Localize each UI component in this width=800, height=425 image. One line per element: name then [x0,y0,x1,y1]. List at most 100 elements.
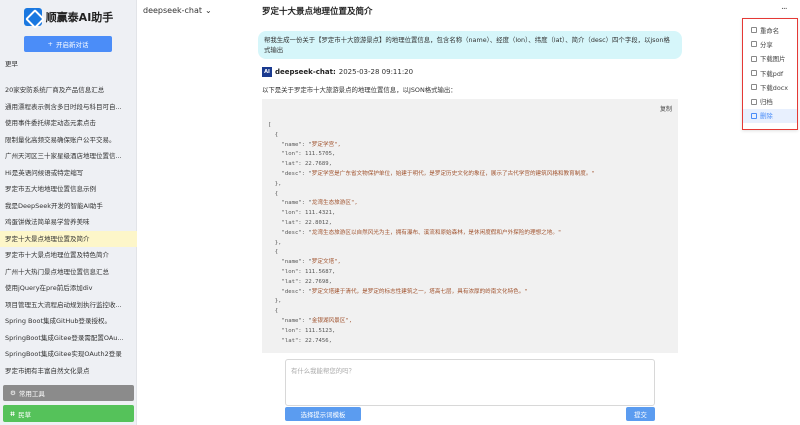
code-line: [ [268,121,595,131]
history-item[interactable]: 20家安防系统厂商及产品信息汇总 [0,82,137,99]
code-syntax: "lon": [268,210,306,217]
code-value: 22.7698 [305,278,329,285]
history-item[interactable]: Hi是英语问候语或特定缩写 [0,165,137,182]
code-syntax: ", [350,200,358,207]
prompt-template-button[interactable]: 选择提示词模板 [285,407,361,421]
history-section-label: 更早 [5,60,18,68]
tools-button[interactable]: ⚙ 常用工具 [3,385,134,401]
code-syntax: , [332,268,336,275]
code-syntax: "name": " [268,259,312,266]
chevron-down-icon: ⌄ [205,6,212,15]
code-line: { [268,248,595,258]
code-syntax: "lat": [268,161,306,168]
code-syntax: "desc": " [268,170,312,177]
history-item[interactable]: 使用事件委托绑定动态元素点击 [0,115,137,132]
history-item[interactable]: 罗定市五大地地理位置信息示例 [0,181,137,198]
code-value: 111.5123 [305,327,332,334]
history-item[interactable]: 罗定市拥有丰富自然文化景点 [0,363,137,380]
code-syntax: ", [334,259,341,266]
code-line: "lat": 22.7698, [268,278,595,288]
history-item[interactable]: SpringBoot集成Gitee实现OAuth2登录 [0,346,137,363]
code-line: }, [268,180,595,190]
page-title: 罗定十大景点地理位置及简介 [262,7,373,17]
plus-icon: + [47,40,53,48]
code-content: [ { "name": "罗定学宫", "lon": 111.5705, "la… [268,121,595,346]
menu-item[interactable]: 下载pdf [743,66,797,80]
menu-item[interactable]: 分享 [743,37,797,51]
code-line: "lon": 111.5687, [268,268,595,278]
history-item[interactable]: 广州天河区三十家星级酒店地理位置信... [0,148,137,165]
more-menu: 重命名分享下载图片下载pdf 下载docx 归档删除 [742,18,798,130]
code-value: 罗定学宫 [311,141,335,148]
code-syntax: "lat": [268,219,306,226]
code-syntax: { [268,131,279,138]
code-syntax: "lon": [268,268,306,275]
logo-icon [23,8,42,26]
new-chat-button[interactable]: + 开启新对话 [24,36,112,52]
user-label: 民草 [18,410,32,419]
history-item[interactable]: SpringBoot集成Gitee登录需配置OAu... [0,330,137,347]
menu-item[interactable]: 下载图片 [743,52,797,66]
user-button[interactable]: ⵌ 民草 [3,405,134,422]
code-value: 111.5705 [305,151,332,158]
code-line: "desc": "罗定文塔建于清代，是罗定的标志性建筑之一，塔高七层，具有浓厚的… [268,288,595,298]
code-syntax: "name": " [268,317,312,324]
code-syntax: " [524,288,528,295]
code-syntax: "lon": [268,327,306,334]
sidebar: 顺赢泰AI助手 + 开启新对话 更早 20家安防系统厂商及产品信息汇总 通用漂程表… [0,0,137,425]
new-chat-label: 开启新对话 [55,41,89,49]
history-item[interactable]: 鸡蛋饼做法简单易学营养美味 [0,214,137,231]
code-value: 111.5687 [305,268,332,275]
menu-item-label: 删除 [760,112,773,121]
history-item[interactable]: 项目管理五大流程启动规划执行监控收... [0,297,137,314]
history-item[interactable]: 广州十大热门景点地理位置信息汇总 [0,264,137,281]
code-line: { [268,131,595,141]
trash-icon [751,112,757,119]
code-syntax: , [328,337,332,344]
code-syntax: " [591,170,595,177]
code-syntax: , [332,210,336,217]
model-name: deepseek-chat [143,6,203,15]
code-line: "lat": 22.7456, [268,337,595,347]
history-item[interactable]: 通用漂程表示例含多日时段与科目可自... [0,99,137,116]
code-syntax: { [268,308,279,315]
menu-item[interactable]: 归档 [743,94,797,108]
code-value: 龙湾生态旅游区 [311,200,351,207]
history-item[interactable]: 我是DeepSeek开发的智能AI助手 [0,198,137,215]
code-syntax: , [328,278,332,285]
code-value: 111.4321 [305,210,332,217]
code-line: "lat": 22.8012, [268,219,595,229]
code-line: "desc": "龙湾生态旅游区以自然风光为主，拥有瀑布、溪流和原始森林，是休闲… [268,229,595,239]
code-syntax: { [268,190,279,197]
message-input[interactable]: 有什么我能帮您的吗？ [285,359,655,406]
code-syntax: "desc": " [268,229,312,236]
more-menu-button[interactable]: ... [781,2,788,12]
code-line: "name": "罗定文塔", [268,258,595,268]
menu-item-label: 分享 [760,40,773,49]
menu-item[interactable]: 重命名 [743,23,797,37]
code-value: 罗定学宫是广东省文物保护单位，始建于明代，是罗定历史文化的象征，展示了古代学宫的… [311,170,592,177]
history-item[interactable]: 使用jQuery在pre前后添加div [0,280,137,297]
code-syntax: , [332,327,336,334]
menu-item-label: 下载图片 [760,55,786,64]
code-syntax: "name": " [268,141,312,148]
code-value: 金银湖风景区 [311,317,346,324]
submit-button[interactable]: 提交 [626,407,655,421]
copy-button[interactable]: 复制 [660,104,672,113]
history-item[interactable]: 罗定市十大景点地理位置及特色简介 [0,247,137,264]
code-syntax: " [557,229,562,236]
code-line: "lon": 111.5123, [268,327,595,337]
code-syntax: { [268,249,279,256]
archive-icon [751,98,757,105]
code-line: "lon": 111.4321, [268,209,595,219]
history-item[interactable]: 限制量化高频交易确保账户公平交易。 [0,132,137,149]
history-item[interactable]: Spring Boot集成GitHub登录授权。 [0,313,137,330]
code-syntax: ", [345,317,353,324]
menu-item[interactable]: 删除 [743,108,797,124]
history-item[interactable]: 罗定十大景点地理位置及简介 [0,230,137,247]
ai-intro-text: 以下是关于罗定市十大旅游景点的地理位置信息，以JSON格式输出： [262,86,457,94]
code-syntax: ", [334,141,341,148]
model-select[interactable]: deepseek-chat ⌄ [143,6,212,15]
code-syntax: "lat": [268,278,306,285]
menu-item[interactable]: 下载docx [743,80,797,94]
